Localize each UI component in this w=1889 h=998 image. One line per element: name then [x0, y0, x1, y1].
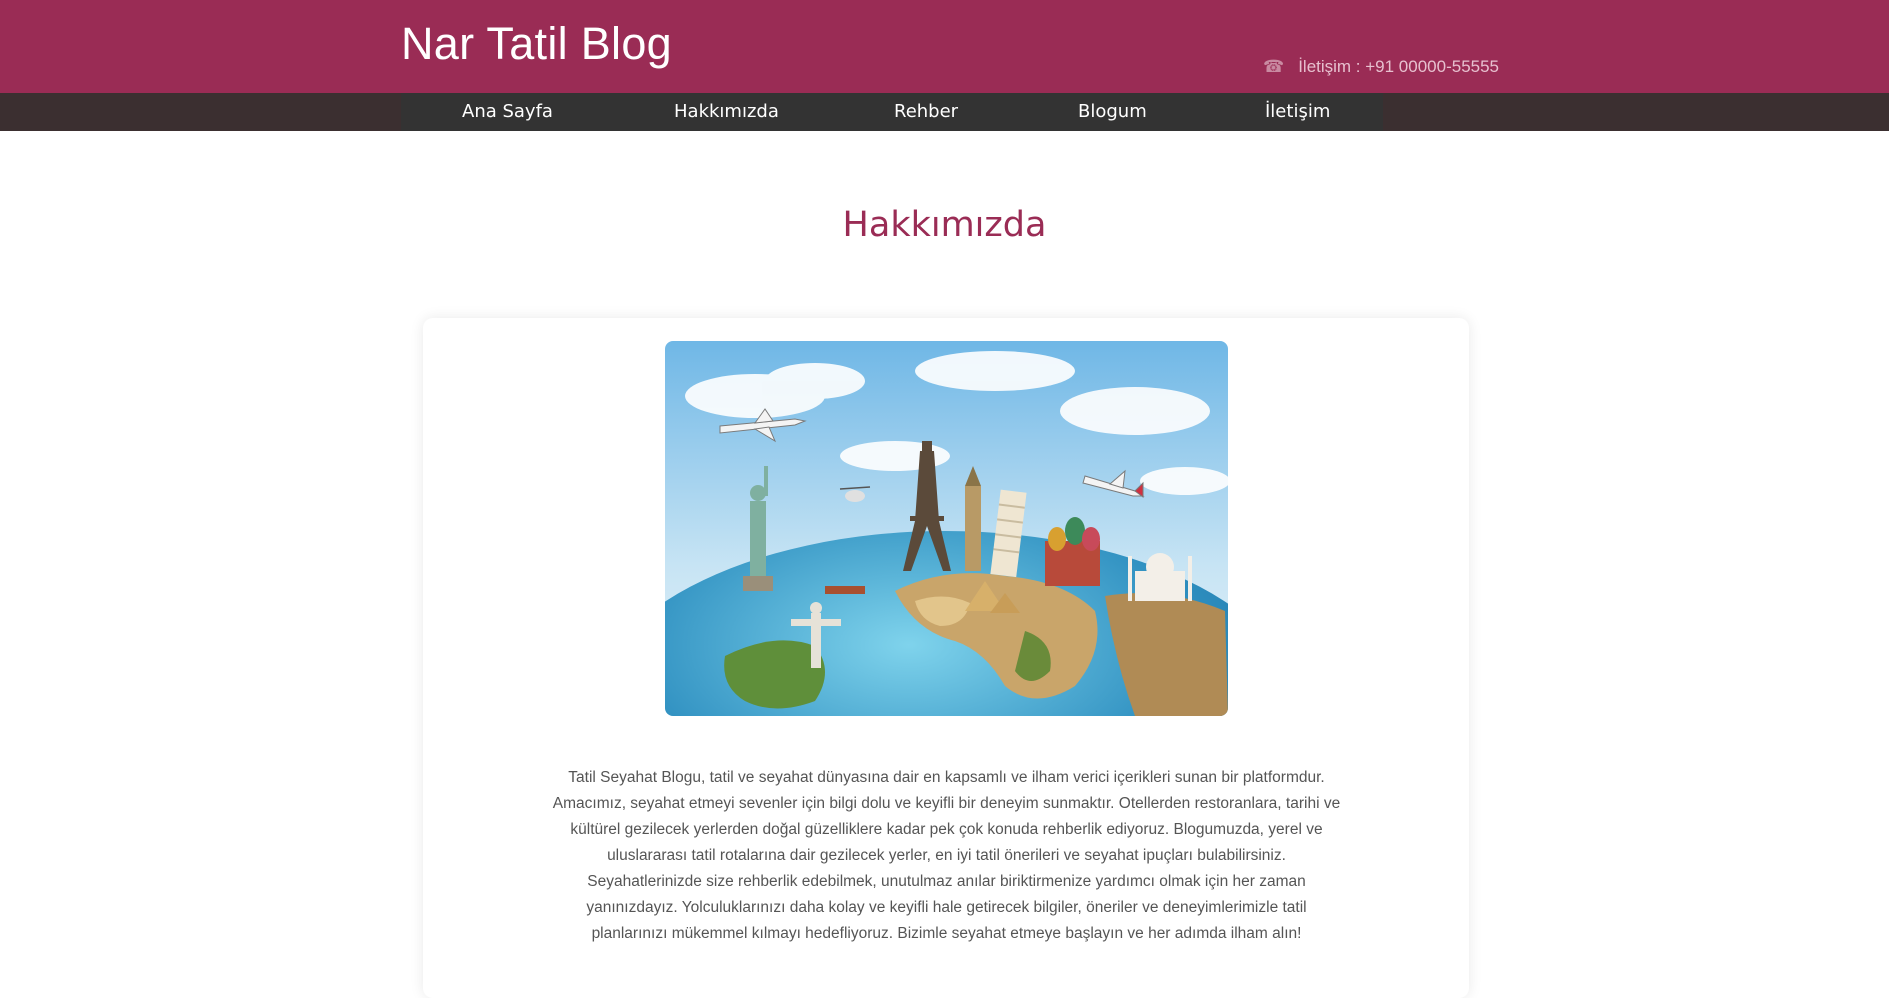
nav-item-hakkimizda[interactable]: Hakkımızda [674, 93, 779, 131]
contact-text: İletişim : +91 00000-55555 [1298, 57, 1500, 76]
page-title: Hakkımızda [842, 205, 1047, 245]
nav-item-ana-sayfa[interactable]: Ana Sayfa [462, 93, 553, 131]
site-logo[interactable]: Nar Tatil Blog [401, 18, 672, 70]
header-contact: ☎ İletişim : +91 00000-55555 [1263, 57, 1499, 77]
nav-item-blogum[interactable]: Blogum [1078, 93, 1147, 131]
about-card: Tatil Seyahat Blogu, tatil ve seyahat dü… [423, 318, 1469, 998]
nav-item-rehber[interactable]: Rehber [894, 93, 958, 131]
travel-world-illustration [665, 341, 1228, 716]
main-nav: Ana Sayfa Hakkımızda Rehber Blogum İleti… [401, 93, 1383, 131]
nav-item-iletisim[interactable]: İletişim [1265, 93, 1330, 131]
site-header: Nar Tatil Blog ☎ İletişim : +91 00000-55… [0, 0, 1889, 93]
hero-image [665, 341, 1228, 716]
phone-icon: ☎ [1263, 57, 1285, 76]
about-description: Tatil Seyahat Blogu, tatil ve seyahat dü… [552, 769, 1341, 942]
